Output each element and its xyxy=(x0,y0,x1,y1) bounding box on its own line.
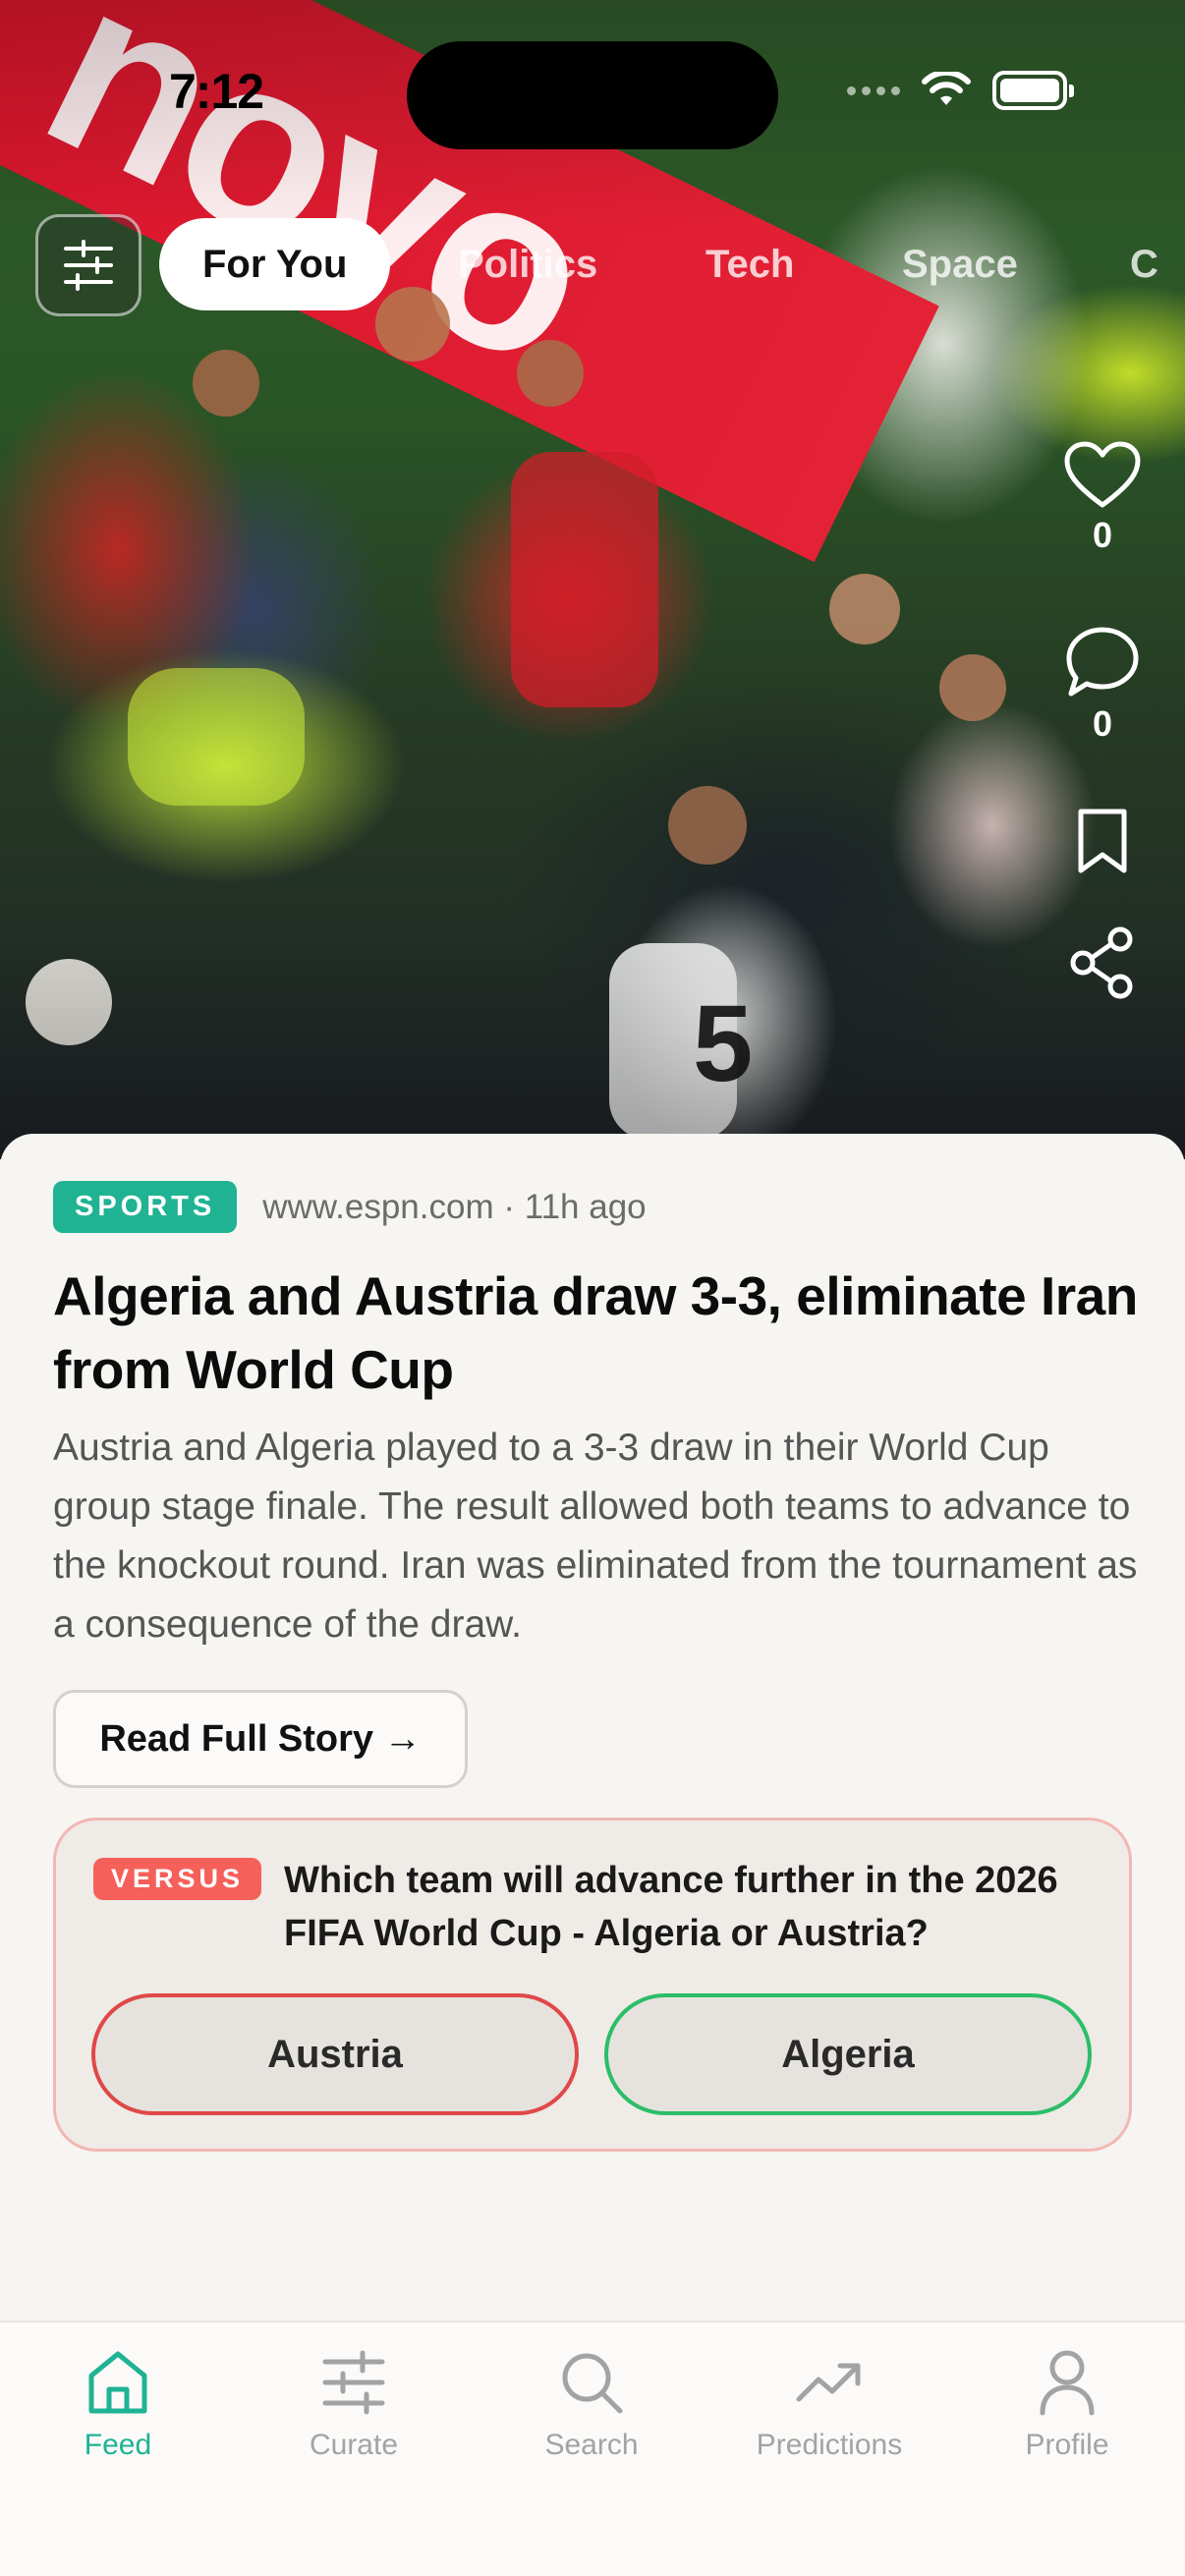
source-and-time: www.espn.com · 11h ago xyxy=(262,1187,647,1226)
home-icon xyxy=(88,2351,147,2414)
search-icon xyxy=(562,2353,623,2414)
comment-count: 0 xyxy=(1092,703,1113,744)
bookmark-icon xyxy=(1078,809,1127,873)
tab-tech[interactable]: Tech xyxy=(705,218,794,310)
versus-badge: VERSUS xyxy=(93,1858,262,1900)
read-full-story-button[interactable]: Read Full Story → xyxy=(53,1690,468,1788)
nav-profile[interactable]: Profile xyxy=(959,2348,1175,2462)
nav-feed[interactable]: Feed xyxy=(10,2348,226,2462)
like-count: 0 xyxy=(1092,515,1113,555)
trending-icon xyxy=(796,2363,861,2402)
filter-button[interactable] xyxy=(35,214,141,316)
article-summary: Austria and Algeria played to a 3-3 draw… xyxy=(53,1427,1138,1646)
nav-feed-label: Feed xyxy=(84,2429,152,2461)
versus-poll: VERSUS Which team will advance further i… xyxy=(53,1818,1132,2152)
tab-more[interactable]: C xyxy=(1130,218,1158,310)
share-button[interactable] xyxy=(1061,925,1144,1000)
hero-shade xyxy=(0,0,1185,1159)
sliders-icon xyxy=(64,240,113,291)
nav-profile-label: Profile xyxy=(1025,2429,1109,2461)
wifi-icon xyxy=(922,72,971,105)
tab-for-you[interactable]: For You xyxy=(159,218,391,310)
nav-predictions[interactable]: Predictions xyxy=(721,2348,937,2462)
battery-icon xyxy=(992,71,1074,110)
bookmark-button[interactable] xyxy=(1061,806,1144,876)
article-card: SPORTS www.espn.com · 11h ago Algeria an… xyxy=(0,1134,1185,2323)
nav-curate[interactable]: Curate xyxy=(246,2348,462,2462)
article-meta: SPORTS www.espn.com · 11h ago xyxy=(53,1181,647,1233)
versus-question: Which team will advance further in the 2… xyxy=(284,1860,1058,1954)
category-badge[interactable]: SPORTS xyxy=(53,1181,238,1233)
dynamic-island xyxy=(407,41,778,149)
nav-curate-label: Curate xyxy=(309,2429,399,2461)
tab-space[interactable]: Space xyxy=(902,218,1018,310)
vote-austria-button[interactable]: Austria xyxy=(91,1993,579,2115)
nav-predictions-label: Predictions xyxy=(756,2429,903,2461)
heart-icon xyxy=(1064,441,1141,508)
cellular-signal-icon xyxy=(847,85,900,95)
article-headline[interactable]: Algeria and Austria draw 3-3, eliminate … xyxy=(53,1260,1144,1407)
tab-politics[interactable]: Politics xyxy=(458,218,597,310)
comment-icon xyxy=(1066,627,1139,697)
like-button[interactable]: 0 xyxy=(1061,440,1144,556)
share-icon xyxy=(1070,926,1133,999)
nav-search[interactable]: Search xyxy=(483,2348,700,2462)
bottom-nav: Feed Curate Search Predictions Profile xyxy=(0,2321,1185,2576)
status-indicators xyxy=(847,71,1074,110)
sliders-icon xyxy=(322,2350,385,2415)
status-time: 7:12 xyxy=(169,64,264,119)
comment-button[interactable]: 0 xyxy=(1061,625,1144,745)
hero-image: novo 5 xyxy=(0,0,1185,1159)
vote-algeria-button[interactable]: Algeria xyxy=(604,1993,1092,2115)
user-icon xyxy=(1040,2350,1095,2416)
nav-search-label: Search xyxy=(544,2429,639,2461)
